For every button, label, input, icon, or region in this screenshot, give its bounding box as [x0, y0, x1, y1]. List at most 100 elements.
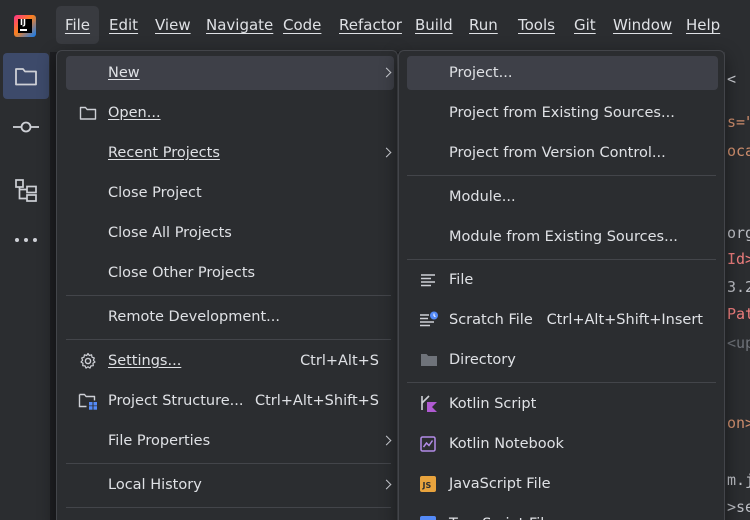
- menu-git[interactable]: Git: [574, 6, 596, 44]
- code-fragment: on>: [727, 414, 750, 432]
- menu-file[interactable]: File: [56, 6, 99, 44]
- file-lines-icon: [419, 271, 437, 289]
- directory-icon: [419, 351, 439, 369]
- file-menu: New Open... Recent Projects Close Projec…: [56, 50, 398, 520]
- menu-item-label: Module from Existing Sources...: [449, 229, 678, 245]
- menu-item-project-structure[interactable]: Project Structure... Ctrl+Alt+Shift+S: [66, 384, 394, 418]
- intellij-logo-icon[interactable]: IJ: [14, 15, 36, 37]
- menu-item-label: Close All Projects: [108, 225, 232, 241]
- menu-item-label: Project from Version Control...: [449, 145, 666, 161]
- menu-code[interactable]: Code: [283, 6, 321, 44]
- menu-item-label: Settings...: [108, 353, 182, 369]
- menu-item-scratch-file[interactable]: Scratch File Ctrl+Alt+Shift+Insert: [407, 303, 718, 337]
- code-fragment: >se: [727, 498, 750, 516]
- menu-window[interactable]: Window: [613, 6, 672, 44]
- menu-item-label: Remote Development...: [108, 309, 280, 325]
- menu-item-label: File Properties: [108, 433, 211, 449]
- gear-icon: [78, 352, 98, 370]
- menu-item-label: Project from Existing Sources...: [449, 105, 675, 121]
- menu-item-label: JavaScript File: [449, 476, 551, 492]
- menu-item-local-history[interactable]: Local History: [66, 468, 394, 502]
- menu-separator: [407, 175, 716, 176]
- scratch-file-icon: [419, 310, 439, 330]
- menu-separator: [66, 463, 391, 464]
- menu-item-new-file[interactable]: File: [407, 263, 718, 297]
- menu-item-open[interactable]: Open...: [66, 96, 394, 130]
- menu-item-recent-projects[interactable]: Recent Projects: [66, 136, 394, 170]
- menu-item-label: Kotlin Script: [449, 396, 537, 412]
- menu-separator: [407, 382, 716, 383]
- code-fragment: s=": [727, 113, 750, 131]
- project-structure-icon: [78, 392, 98, 410]
- menu-item-label: File: [449, 272, 474, 288]
- menu-item-module[interactable]: Module...: [407, 180, 718, 214]
- menu-item-javascript-file[interactable]: JS JavaScript File: [407, 467, 718, 501]
- code-fragment: org: [727, 224, 750, 242]
- menu-separator: [66, 339, 391, 340]
- menu-separator: [66, 295, 391, 296]
- chevron-right-icon: [381, 479, 392, 490]
- menu-item-project-from-existing-sources[interactable]: Project from Existing Sources...: [407, 96, 718, 130]
- menu-item-label: Close Project: [108, 185, 202, 201]
- menu-item-file-properties[interactable]: File Properties: [66, 424, 394, 458]
- menu-item-label: Recent Projects: [108, 145, 220, 161]
- menu-navigate[interactable]: Navigate: [206, 6, 273, 44]
- menu-item-module-from-existing-sources[interactable]: Module from Existing Sources...: [407, 220, 718, 254]
- menu-build[interactable]: Build: [415, 6, 453, 44]
- chevron-right-icon: [381, 435, 392, 446]
- menu-refactor[interactable]: Refactor: [339, 6, 402, 44]
- code-fragment: m.j: [727, 471, 750, 489]
- menu-item-label: Project Structure...: [108, 393, 244, 409]
- commit-icon: [13, 121, 39, 133]
- menu-item-new[interactable]: New: [66, 56, 394, 90]
- menu-shortcut: Ctrl+Alt+Shift+S: [254, 393, 379, 409]
- structure-icon: [15, 179, 37, 202]
- code-fragment: oca: [727, 142, 750, 160]
- menu-item-settings[interactable]: Settings... Ctrl+Alt+S: [66, 344, 394, 378]
- commit-tool-button[interactable]: [3, 104, 49, 150]
- menu-item-label: Project...: [449, 65, 513, 81]
- code-fragment: <: [727, 70, 737, 88]
- more-icon: [15, 238, 37, 242]
- javascript-icon: JS: [419, 475, 437, 493]
- chevron-right-icon: [381, 67, 392, 78]
- menu-item-kotlin-script[interactable]: Kotlin Script: [407, 387, 718, 421]
- menu-separator: [407, 259, 716, 260]
- menu-shortcut: Ctrl+Alt+S: [300, 353, 379, 369]
- more-tools-button[interactable]: [3, 217, 49, 263]
- code-fragment: Id>: [727, 250, 750, 268]
- menu-item-new-project[interactable]: Project...: [407, 56, 718, 90]
- menu-item-close-all-projects[interactable]: Close All Projects: [66, 216, 394, 250]
- menu-run[interactable]: Run: [469, 6, 498, 44]
- menu-item-project-from-vcs[interactable]: Project from Version Control...: [407, 136, 718, 170]
- menu-view[interactable]: View: [155, 6, 191, 44]
- menu-item-close-project[interactable]: Close Project: [66, 176, 394, 210]
- menu-item-label: Module...: [449, 189, 516, 205]
- menu-item-label: Scratch File: [449, 312, 533, 328]
- menu-shortcut: Ctrl+Alt+Shift+Insert: [546, 312, 703, 328]
- chevron-right-icon: [381, 147, 392, 158]
- menu-item-kotlin-notebook[interactable]: Kotlin Notebook: [407, 427, 718, 461]
- menu-item-label: Kotlin Notebook: [449, 436, 564, 452]
- menu-separator: [66, 507, 391, 508]
- menu-item-close-other-projects[interactable]: Close Other Projects: [66, 256, 394, 290]
- menu-item-directory[interactable]: Directory: [407, 343, 718, 377]
- kotlin-script-icon: [419, 394, 439, 414]
- svg-text:JS: JS: [422, 481, 432, 490]
- menu-item-remote-development[interactable]: Remote Development...: [66, 300, 394, 334]
- menu-item-typescript-file[interactable]: TS TypeScript File: [407, 507, 718, 520]
- tool-window-strip: [0, 52, 50, 520]
- structure-tool-button[interactable]: [3, 167, 49, 213]
- code-fragment: 3.2: [727, 278, 750, 296]
- main-menubar: IJ File Edit View Navigate Code Refactor…: [0, 0, 750, 52]
- project-tool-button[interactable]: [3, 53, 49, 99]
- folder-icon: [15, 68, 37, 86]
- kotlin-notebook-icon: [419, 435, 437, 453]
- code-fragment: Pat: [727, 305, 750, 323]
- menu-edit[interactable]: Edit: [109, 6, 138, 44]
- menu-help[interactable]: Help: [686, 6, 720, 44]
- typescript-icon: TS: [419, 515, 437, 520]
- menu-item-label: New: [108, 65, 140, 81]
- menu-item-label: TypeScript File: [449, 507, 553, 520]
- menu-tools[interactable]: Tools: [518, 6, 555, 44]
